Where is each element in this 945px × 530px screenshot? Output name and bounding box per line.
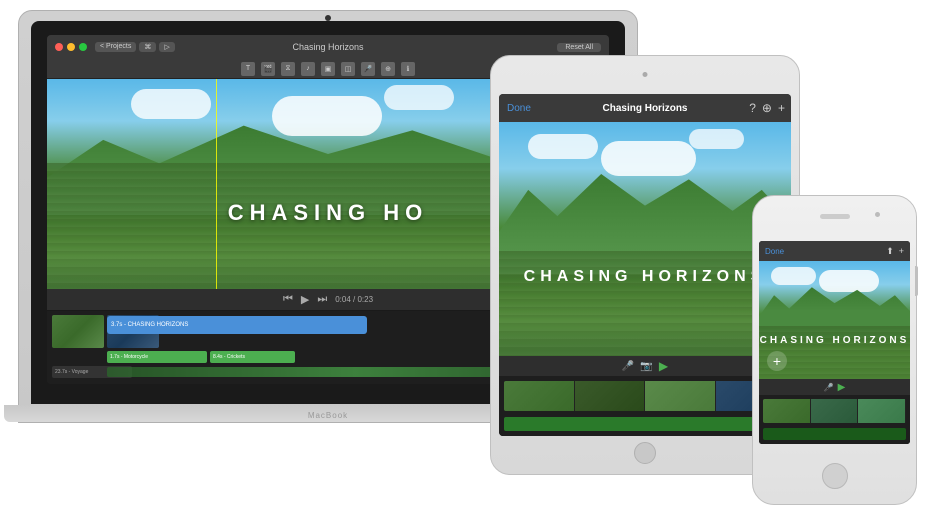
ipad-thumb-1	[504, 381, 575, 411]
iphone-titlebar: Done ⬆ +	[759, 241, 910, 261]
voyage-track-label: 23.7s - Voyage	[55, 369, 88, 375]
audio-track-2[interactable]: 8.4s - Crickets	[210, 351, 295, 363]
scene: < Projects ⌘ ▷ Chasing Horizons Reset Al…	[0, 0, 945, 530]
stabilize-icon[interactable]: ⊕	[381, 62, 395, 76]
iphone-side-button[interactable]	[915, 266, 918, 296]
ipad-video-viewer[interactable]: CHASING HORIZONS	[499, 122, 791, 356]
iphone-body: Done ⬆ + CHASING HORIZONS	[752, 195, 917, 505]
ipad-audio-track[interactable]	[504, 417, 786, 431]
ipad-camera-icon[interactable]: 📷	[640, 361, 652, 372]
iphone-home-button[interactable]	[822, 463, 848, 489]
ipad-help-button[interactable]: ?	[749, 101, 756, 115]
transitions-icon[interactable]: ⧖	[281, 62, 295, 76]
iphone-thumb-3	[858, 399, 906, 423]
ipad-done-button[interactable]: Done	[507, 103, 531, 114]
iphone-thumb-1	[763, 399, 811, 423]
cloud-2	[272, 96, 382, 136]
audio-icon[interactable]: ♪	[301, 62, 315, 76]
cloud-1	[131, 89, 211, 119]
play-btn[interactable]: ▶	[301, 293, 309, 306]
reset-all-button[interactable]: Reset All	[557, 43, 601, 52]
iphone-video-track[interactable]	[763, 399, 906, 423]
voiceover-icon[interactable]: 🎤	[361, 62, 375, 76]
bg-icon[interactable]: ◫	[341, 62, 355, 76]
ipad-thumb-2	[575, 381, 646, 411]
title-track-label: 3.7s - CHASING HORIZONS	[111, 322, 188, 328]
ipad-video-title: CHASING HORIZONS	[499, 268, 791, 286]
iphone-speaker	[820, 214, 850, 219]
ipad-camera	[643, 72, 648, 77]
iphone-add-icon[interactable]: +	[899, 246, 904, 257]
window-controls	[55, 43, 87, 51]
close-icon[interactable]	[55, 43, 63, 51]
info-icon[interactable]: ℹ	[401, 62, 415, 76]
iphone-done-button[interactable]: Done	[765, 247, 784, 256]
iphone-timeline-controls: 🎤 ▶	[759, 379, 910, 395]
minimize-icon[interactable]	[67, 43, 75, 51]
iphone-add-media-button[interactable]: +	[767, 351, 787, 371]
ipad-timeline-tracks	[499, 376, 791, 436]
ipad-video-track[interactable]	[504, 381, 786, 411]
titlebar-left-buttons: < Projects ⌘ ▷	[95, 42, 175, 52]
ipad-titlebar: Done Chasing Horizons ? ⊕ +	[499, 94, 791, 122]
skip-back-btn[interactable]: ⏮	[283, 293, 293, 306]
ipad-mic-icon[interactable]: 🎤	[622, 361, 634, 372]
iphone-right-icons: ⬆ +	[886, 246, 904, 257]
iphone-camera	[875, 212, 880, 217]
time-display: 0:04 / 0:23	[335, 295, 373, 304]
ipad-cloud-2	[601, 141, 696, 176]
title-track[interactable]: 3.7s - CHASING HORIZONS	[107, 316, 367, 334]
iphone-thumb-2	[811, 399, 859, 423]
text-tool-icon[interactable]: T	[241, 62, 255, 76]
ipad-terraces	[499, 251, 791, 356]
iphone: Done ⬆ + CHASING HORIZONS	[752, 195, 917, 505]
iphone-cloud-1	[771, 267, 816, 285]
ipad-timeline: 🎤 📷 ▶ ↩	[499, 356, 791, 436]
maximize-icon[interactable]	[79, 43, 87, 51]
undo-button[interactable]: ⌘	[139, 42, 156, 52]
maps-icon[interactable]: ▣	[321, 62, 335, 76]
ipad-home-button[interactable]	[634, 442, 656, 464]
audio-track-2-label: 8.4s - Crickets	[213, 354, 245, 360]
ipad-cloud-3	[689, 129, 744, 149]
iphone-share-icon[interactable]: ⬆	[886, 246, 894, 257]
imovie-iphone-app: Done ⬆ + CHASING HORIZONS	[759, 241, 910, 444]
iphone-play-button[interactable]: ▶	[838, 382, 846, 393]
ipad-share-button[interactable]: +	[778, 101, 785, 115]
effects-icon[interactable]: 🎬	[261, 62, 275, 76]
iphone-video-viewer[interactable]: CHASING HORIZONS +	[759, 261, 910, 379]
ipad-cloud-1	[528, 134, 598, 159]
iphone-video-title: CHASING HORIZONS	[759, 335, 910, 346]
iphone-audio-track[interactable]	[763, 428, 906, 440]
iphone-cloud-2	[819, 270, 879, 292]
audio-track-1-label: 1.7s - Motorcycle	[110, 354, 148, 360]
imovie-ipad-app: Done Chasing Horizons ? ⊕ +	[499, 94, 791, 436]
audio-track-1[interactable]: 1.7s - Motorcycle	[107, 351, 207, 363]
iphone-timeline-tracks	[759, 395, 910, 444]
playhead-indicator	[216, 79, 218, 289]
iphone-screen: Done ⬆ + CHASING HORIZONS	[759, 241, 910, 444]
projects-button[interactable]: < Projects	[95, 42, 136, 52]
ipad-window-title: Chasing Horizons	[602, 103, 687, 114]
skip-forward-btn[interactable]: ⏭	[317, 293, 327, 306]
ipad-add-button[interactable]: ⊕	[762, 101, 772, 115]
iphone-timeline: 🎤 ▶	[759, 379, 910, 444]
ipad-screen: Done Chasing Horizons ? ⊕ +	[499, 94, 791, 436]
ipad-timeline-controls: 🎤 📷 ▶ ↩	[499, 356, 791, 376]
cloud-3	[384, 85, 454, 110]
ipad-right-buttons: ? ⊕ +	[749, 101, 785, 115]
iphone-mic-icon[interactable]: 🎤	[824, 383, 834, 392]
ipad-video-background	[499, 122, 791, 356]
mac-window-title: Chasing Horizons	[292, 42, 363, 52]
forward-button[interactable]: ▷	[159, 42, 174, 52]
ipad-thumb-3	[645, 381, 716, 411]
track-thumb-1	[52, 315, 104, 348]
ipad-play-button[interactable]: ▶	[659, 359, 668, 373]
